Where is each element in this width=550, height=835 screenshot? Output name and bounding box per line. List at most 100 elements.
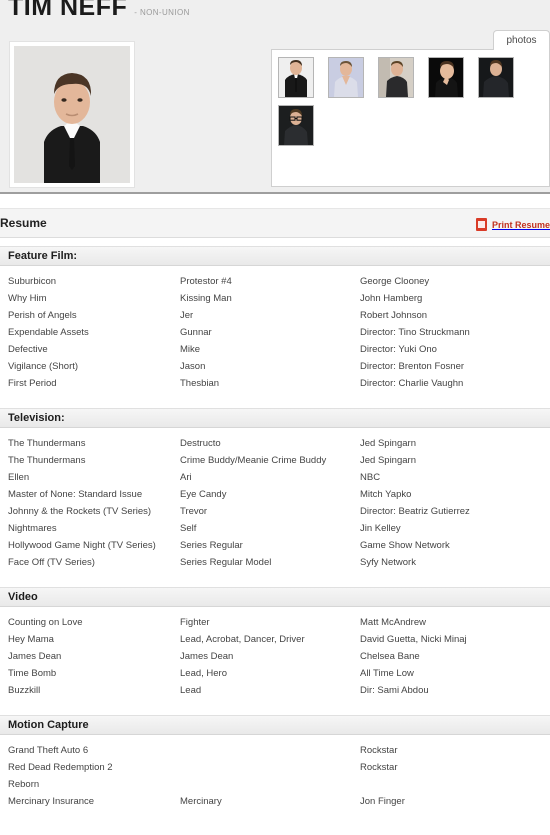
credit-row: Reborn bbox=[0, 776, 550, 793]
credit-role: Series Regular bbox=[180, 540, 243, 551]
credit-role: Fighter bbox=[180, 617, 210, 628]
credit-role: Ari bbox=[180, 472, 192, 483]
credit-row: Vigilance (Short) Jason Director: Brenton … bbox=[0, 358, 550, 375]
credit-credit: Syfy Network bbox=[360, 557, 416, 568]
credit-title: Johnny & the Rockets (TV Series) bbox=[8, 506, 152, 517]
resume-heading: Resume bbox=[0, 216, 47, 230]
credit-credit: Robert Johnson bbox=[360, 310, 428, 321]
name-bar: TIM NEFF - NON-UNION bbox=[8, 0, 190, 20]
credit-row: Why Him Kissing Man John Hamberg bbox=[0, 290, 550, 307]
credit-role: Lead, Hero bbox=[180, 668, 228, 679]
credit-row: Buzzkill Lead Dir: Sami Abdou bbox=[0, 682, 550, 699]
credit-row: Expendable Assets Gunnar Director: Tino St… bbox=[0, 324, 550, 341]
credit-title: James Dean bbox=[8, 651, 62, 662]
credit-role: Lead, Acrobat, Dancer, Driver bbox=[180, 634, 305, 645]
thumbnail-profile[interactable] bbox=[478, 57, 514, 98]
thumbnail-vneck[interactable] bbox=[328, 57, 364, 98]
resume-section: Feature Film: Suburbicon Protestor #4 Georg… bbox=[0, 246, 550, 392]
credit-credit: Game Show Network bbox=[360, 540, 450, 551]
credit-title: Expendable Assets bbox=[8, 327, 89, 338]
credit-title: Defective bbox=[8, 344, 48, 355]
section-header: Television: bbox=[0, 408, 550, 428]
credit-credit: All Time Low bbox=[360, 668, 414, 679]
credit-credit: NBC bbox=[360, 472, 381, 483]
credit-role: Trevor bbox=[180, 506, 208, 517]
credit-role: Gunnar bbox=[180, 327, 212, 338]
credit-row: The Thundermans Destructo Jed Spingarn bbox=[0, 435, 550, 452]
credit-credit: Dir: Sami Abdou bbox=[360, 685, 429, 696]
credit-role: Self bbox=[180, 523, 197, 534]
credit-role: Protestor #4 bbox=[180, 276, 232, 287]
credit-title: The Thundermans bbox=[8, 438, 86, 449]
credit-role: Thesbian bbox=[180, 378, 220, 389]
credit-credit: Director: Brenton Fosner bbox=[360, 361, 465, 372]
profile-header: TIM NEFF - NON-UNION photos bbox=[0, 0, 550, 194]
credit-title: Perish of Angels bbox=[8, 310, 77, 321]
headshot-frame[interactable] bbox=[10, 42, 134, 187]
credit-title: The Thundermans bbox=[8, 455, 86, 466]
credit-row: Defective Mike Director: Yuki Ono bbox=[0, 341, 550, 358]
credit-row: Time Bomb Lead, Hero All Time Low bbox=[0, 665, 550, 682]
credit-row: Hollywood Game Night (TV Series) Series R… bbox=[0, 537, 550, 554]
credit-row: Grand Theft Auto 6 Rockstar bbox=[0, 742, 550, 759]
credit-row: Johnny & the Rockets (TV Series) Trevor Di… bbox=[0, 503, 550, 520]
credit-row: Suburbicon Protestor #4 George Clooney bbox=[0, 273, 550, 290]
resume-section: Motion Capture Grand Theft Auto 6 Rockstar… bbox=[0, 715, 550, 810]
resume-sections: Feature Film: Suburbicon Protestor #4 Georg… bbox=[0, 246, 550, 826]
credit-row: Counting on Love Fighter Matt McAndrew bbox=[0, 614, 550, 631]
print-resume-link[interactable]: Print Resume bbox=[475, 218, 550, 231]
credit-credit: Rockstar bbox=[360, 762, 398, 773]
resume-section: Television: The Thundermans Destructo Jed S… bbox=[0, 408, 550, 571]
section-rows: Suburbicon Protestor #4 George Clooney Why … bbox=[0, 266, 550, 392]
credit-row: James Dean James Dean Chelsea Bane bbox=[0, 648, 550, 665]
credit-title: Counting on Love bbox=[8, 617, 83, 628]
photos-panel bbox=[271, 49, 550, 187]
credit-title: Red Dead Redemption 2 bbox=[8, 762, 113, 773]
thumbnail-glasses[interactable] bbox=[278, 105, 314, 146]
credit-title: Suburbicon bbox=[8, 276, 57, 287]
actor-profile-page: TIM NEFF - NON-UNION photos Resume Print… bbox=[0, 0, 550, 835]
credit-credit: Jed Spingarn bbox=[360, 438, 416, 449]
credit-role: Lead bbox=[180, 685, 202, 696]
credit-row: Mercinary Insurance Mercinary Jon Finger bbox=[0, 793, 550, 810]
section-header: Video bbox=[0, 587, 550, 607]
section-rows: Counting on Love Fighter Matt McAndrew Hey … bbox=[0, 607, 550, 699]
credit-credit: Director: Beatriz Gutierrez bbox=[360, 506, 470, 517]
credit-title: Hey Mama bbox=[8, 634, 54, 645]
credit-credit: Chelsea Bane bbox=[360, 651, 420, 662]
credit-title: Reborn bbox=[8, 779, 40, 790]
pdf-icon bbox=[475, 218, 487, 231]
credit-row: Perish of Angels Jer Robert Johnson bbox=[0, 307, 550, 324]
thumbnail-suit[interactable] bbox=[278, 57, 314, 98]
headshot-image[interactable] bbox=[14, 46, 130, 183]
credit-title: First Period bbox=[8, 378, 57, 389]
credit-row: Hey Mama Lead, Acrobat, Dancer, Driver Dav… bbox=[0, 631, 550, 648]
tab-photos[interactable]: photos bbox=[493, 30, 550, 50]
credit-role: Destructo bbox=[180, 438, 221, 449]
resume-bar: Resume Print Resume bbox=[0, 208, 550, 238]
credit-title: Ellen bbox=[8, 472, 30, 483]
credit-credit: Rockstar bbox=[360, 745, 398, 756]
section-rows: The Thundermans Destructo Jed Spingarn The … bbox=[0, 428, 550, 571]
credit-role: Series Regular Model bbox=[180, 557, 272, 568]
header-divider bbox=[0, 192, 550, 194]
credit-title: Mercinary Insurance bbox=[8, 796, 95, 807]
credit-credit: Matt McAndrew bbox=[360, 617, 426, 628]
print-resume-label: Print Resume bbox=[491, 219, 550, 230]
credit-role: Jer bbox=[180, 310, 194, 321]
credit-role: Mercinary bbox=[180, 796, 222, 807]
credit-title: Master of None: Standard Issue bbox=[8, 489, 143, 500]
credit-title: Grand Theft Auto 6 bbox=[8, 745, 89, 756]
credit-role: James Dean bbox=[180, 651, 234, 662]
section-rows: Grand Theft Auto 6 Rockstar Red Dead Redem… bbox=[0, 735, 550, 810]
resume-section: Video Counting on Love Fighter Matt McAndre… bbox=[0, 587, 550, 699]
thumbnail-outdoor[interactable] bbox=[378, 57, 414, 98]
credit-title: Face Off (TV Series) bbox=[8, 557, 95, 568]
credit-role: Jason bbox=[180, 361, 206, 372]
credit-title: Time Bomb bbox=[8, 668, 57, 679]
credit-row: Nightmares Self Jin Kelley bbox=[0, 520, 550, 537]
credit-title: Buzzkill bbox=[8, 685, 41, 696]
thumbnail-dark[interactable] bbox=[428, 57, 464, 98]
credit-credit: Director: Tino Struckmann bbox=[360, 327, 470, 338]
tab-photos-label: photos bbox=[506, 35, 537, 46]
